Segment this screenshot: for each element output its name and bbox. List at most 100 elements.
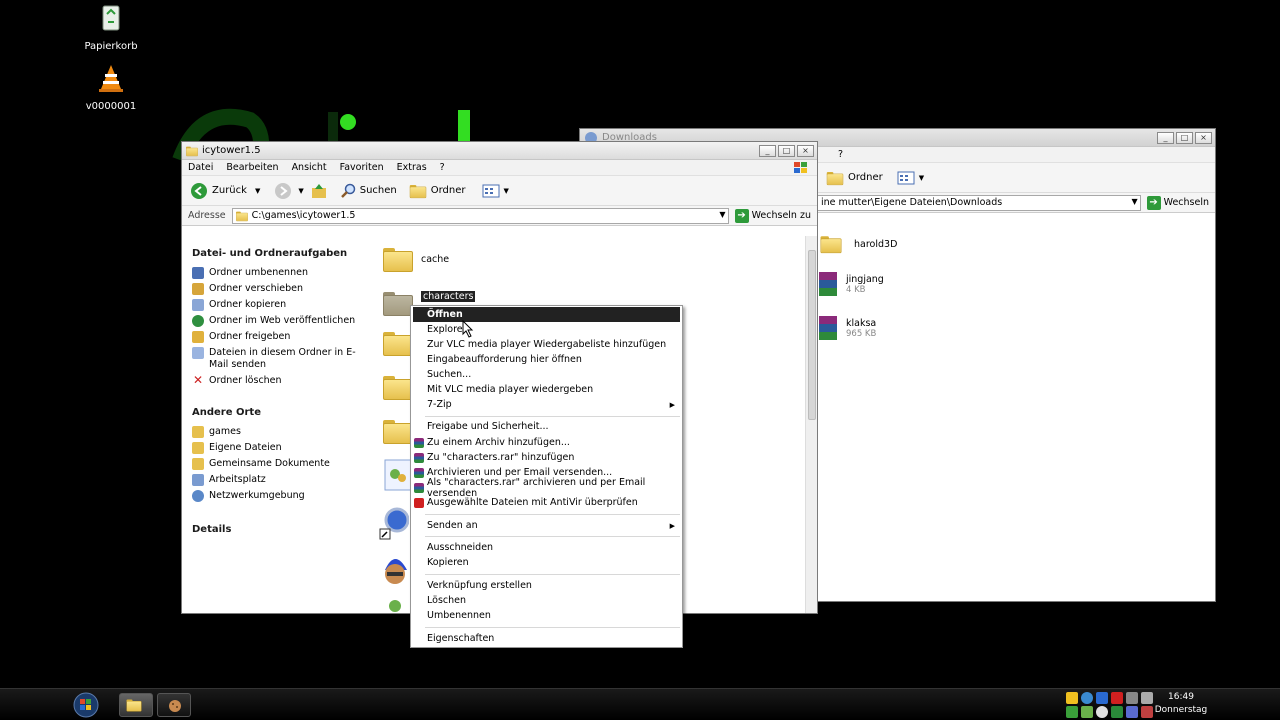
maximize-button[interactable]: □ — [1176, 131, 1193, 144]
antivir-icon[interactable] — [1111, 692, 1123, 704]
menu-item-antivir-scan[interactable]: Ausgewählte Dateien mit AntiVir überprüf… — [411, 495, 682, 510]
list-item[interactable]: cache — [383, 246, 449, 272]
close-button[interactable]: × — [797, 144, 814, 157]
views-button[interactable]: ▼ — [482, 184, 509, 198]
menu-item-delete[interactable]: Löschen — [411, 593, 682, 608]
taskbar-explorer-button[interactable] — [119, 693, 153, 717]
menu-item-add-characters-rar[interactable]: Zu "characters.rar" hinzufügen — [411, 450, 682, 465]
messenger-icon[interactable] — [1126, 692, 1138, 704]
menu-ansicht[interactable]: Ansicht — [292, 162, 327, 173]
icytower-titlebar[interactable]: icytower1.5 _ □ × — [182, 142, 817, 160]
list-item[interactable] — [383, 418, 413, 444]
menu-item-vlc-play[interactable]: Mit VLC media player wiedergeben — [411, 382, 682, 397]
menu-item-search[interactable]: Suchen... — [411, 367, 682, 382]
folder-icon — [820, 235, 842, 254]
list-item[interactable] — [379, 550, 411, 590]
vertical-scrollbar[interactable] — [805, 236, 817, 613]
maximize-button[interactable]: □ — [778, 144, 795, 157]
chevron-down-icon[interactable]: ▼ — [719, 210, 725, 219]
menu-item-send-to[interactable]: Senden an ▶ — [411, 518, 682, 533]
task-email-files[interactable]: Dateien in diesem Ordner in E-Mail sende… — [192, 347, 365, 371]
taskbar-clock[interactable]: 16:49 Donnerstag — [1150, 691, 1212, 717]
nvidia-icon[interactable] — [1111, 706, 1123, 718]
menu-item-command-prompt[interactable]: Eingabeaufforderung hier öffnen — [411, 352, 682, 367]
menu-item-7zip[interactable]: 7-Zip ▶ — [411, 397, 682, 412]
folders-button[interactable]: Ordner — [409, 184, 466, 198]
task-publish-web[interactable]: Ordner im Web veröffentlichen — [192, 315, 365, 327]
list-item[interactable]: klaksa 965 KB — [818, 315, 876, 341]
network-icon[interactable] — [1081, 692, 1093, 704]
place-games[interactable]: games — [192, 426, 365, 438]
task-move-folder[interactable]: Ordner verschieben — [192, 283, 365, 295]
list-item[interactable] — [383, 330, 413, 356]
go-button[interactable]: ➔ Wechseln — [1146, 195, 1209, 210]
menu-item-explorer[interactable]: Explorer — [411, 322, 682, 337]
chevron-down-icon[interactable]: ▼ — [298, 187, 303, 195]
task-rename-folder[interactable]: Ordner umbenennen — [192, 267, 365, 279]
views-button[interactable]: ▼ — [897, 171, 924, 185]
place-my-computer[interactable]: Arbeitsplatz — [192, 474, 365, 486]
menu-favoriten[interactable]: Favoriten — [340, 162, 384, 173]
menu-item-copy[interactable]: Kopieren — [411, 555, 682, 570]
update-icon[interactable] — [1081, 706, 1093, 718]
sync-icon[interactable] — [1066, 706, 1078, 718]
shield-icon[interactable] — [1066, 692, 1078, 704]
place-label: Gemeinsame Dokumente — [209, 458, 330, 469]
menu-item-vlc-playlist[interactable]: Zur VLC media player Wiedergabeliste hin… — [411, 337, 682, 352]
list-item[interactable] — [383, 596, 407, 613]
chevron-down-icon[interactable]: ▼ — [1131, 197, 1137, 206]
file-tasks-header[interactable]: Datei- und Ordneraufgaben — [192, 248, 365, 259]
list-item[interactable] — [379, 504, 409, 540]
clock-icon[interactable] — [1096, 706, 1108, 718]
search-button[interactable]: Suchen — [340, 183, 397, 199]
folder-up-icon[interactable] — [310, 182, 328, 200]
folder-icon — [235, 210, 248, 221]
start-button[interactable] — [69, 691, 103, 719]
menu-item-cut[interactable]: Ausschneiden — [411, 540, 682, 555]
minimize-button[interactable]: _ — [759, 144, 776, 157]
list-item[interactable] — [383, 458, 413, 492]
address-field[interactable]: ine mutter\Eigene Dateien\Downloads ▼ — [818, 194, 1141, 211]
taskbar-game-button[interactable] — [157, 693, 191, 717]
go-button[interactable]: ➔ Wechseln zu — [734, 208, 811, 223]
list-item[interactable]: harold3D — [816, 231, 897, 257]
task-delete-folder[interactable]: ✕ Ordner löschen — [192, 374, 365, 387]
bluetooth-icon[interactable] — [1126, 706, 1138, 718]
menu-item-rename[interactable]: Umbenennen — [411, 608, 682, 623]
menu-item-properties[interactable]: Eigenschaften — [411, 631, 682, 646]
menu-item-add-archive[interactable]: Zu einem Archiv hinzufügen... — [411, 435, 682, 450]
list-item[interactable]: jingjang 4 KB — [818, 271, 884, 297]
menu-extras[interactable]: Extras — [397, 162, 427, 173]
minimize-button[interactable]: _ — [1157, 131, 1174, 144]
file-size: 4 KB — [846, 284, 866, 295]
details-header[interactable]: Details — [192, 524, 365, 535]
menu-help[interactable]: ? — [838, 149, 843, 160]
menu-item-label: Freigabe und Sicherheit... — [427, 421, 549, 432]
address-field[interactable]: C:\games\icytower1.5 ▼ — [231, 207, 729, 224]
task-copy-folder[interactable]: Ordner kopieren — [192, 299, 365, 311]
menu-item-create-shortcut[interactable]: Verknüpfung erstellen — [411, 578, 682, 593]
scroll-thumb[interactable] — [808, 250, 816, 420]
close-button[interactable]: × — [1195, 131, 1212, 144]
back-button[interactable]: Zurück ▼ — [190, 182, 260, 200]
email-icon — [192, 347, 204, 359]
place-my-documents[interactable]: Eigene Dateien — [192, 442, 365, 454]
menu-datei[interactable]: Datei — [188, 162, 213, 173]
menu-help[interactable]: ? — [440, 162, 445, 173]
desktop-icon-video[interactable]: v0000001 — [71, 62, 151, 112]
menu-item-open[interactable]: Öffnen — [413, 307, 680, 322]
other-places-header[interactable]: Andere Orte — [192, 407, 365, 418]
task-share-folder[interactable]: Ordner freigeben — [192, 331, 365, 343]
desktop-icon-recycle-bin[interactable]: Papierkorb — [71, 2, 151, 52]
folders-button[interactable]: Ordner — [826, 171, 883, 185]
menu-bearbeiten[interactable]: Bearbeiten — [226, 162, 278, 173]
d-icon[interactable] — [1096, 692, 1108, 704]
place-network[interactable]: Netzwerkumgebung — [192, 490, 365, 502]
place-shared-documents[interactable]: Gemeinsame Dokumente — [192, 458, 365, 470]
folder-icon — [383, 374, 413, 400]
chevron-down-icon[interactable]: ▼ — [255, 187, 260, 195]
list-item[interactable] — [383, 374, 413, 400]
forward-button[interactable]: ▼ — [274, 182, 304, 200]
menu-item-characters-rar-email[interactable]: Als "characters.rar" archivieren und per… — [411, 477, 682, 499]
menu-item-sharing[interactable]: Freigabe und Sicherheit... — [411, 419, 682, 434]
